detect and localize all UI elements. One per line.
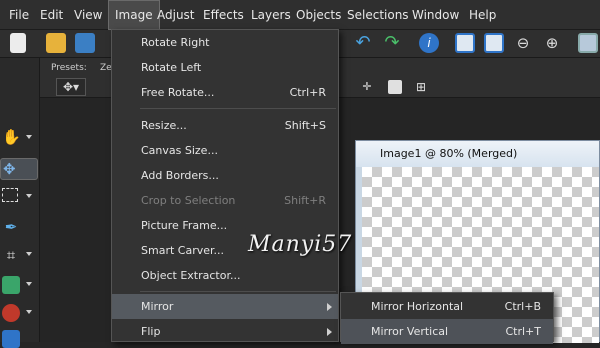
eyedropper-icon[interactable]: ✒ (2, 218, 20, 236)
red-eye-dropdown-arrow-icon[interactable] (26, 310, 32, 314)
menu-bar: File Edit View Image Adjust Effects Laye… (0, 0, 600, 30)
zoom-out-icon[interactable]: ⊖ (513, 33, 533, 53)
presets-dropdown[interactable]: ✥▾ (56, 78, 86, 96)
red-eye-icon[interactable] (2, 304, 20, 322)
image-window-title: Image1 @ 80% (Merged) (356, 141, 599, 167)
zoom-in-icon[interactable]: ⊕ (542, 33, 562, 53)
menu-objects[interactable]: Objects (290, 0, 347, 30)
add-borders-item[interactable]: Add Borders... (112, 163, 338, 188)
rotate-right-item[interactable]: Rotate Right (112, 30, 338, 55)
redo-icon[interactable]: ↷ (382, 33, 402, 53)
submenu-arrow-icon (327, 328, 332, 336)
object-extractor-item[interactable]: Object Extractor... (112, 263, 338, 288)
menu-layers[interactable]: Layers (245, 0, 297, 30)
menu-window[interactable]: Window (406, 0, 465, 30)
flip-item[interactable]: Flip (112, 319, 338, 344)
zoom-label: Ze (100, 63, 112, 73)
mirror-vertical-item[interactable]: Mirror Vertical Ctrl+T (341, 319, 553, 344)
brush-icon[interactable] (2, 330, 20, 348)
align-center-icon[interactable]: ⊞ (414, 80, 428, 94)
crop-to-selection-item: Crop to Selection Shift+R (141, 194, 326, 207)
screenshot-icon[interactable] (578, 33, 598, 53)
straighten-dropdown-arrow-icon[interactable] (26, 282, 32, 286)
pan-hand-icon[interactable]: ✋ (2, 128, 21, 146)
crop-dropdown-arrow-icon[interactable] (26, 252, 32, 256)
menu-file[interactable]: File (3, 0, 35, 30)
mirror-submenu: Mirror Horizontal Ctrl+B Mirror Vertical C… (340, 292, 554, 344)
pan-dropdown-arrow-icon[interactable] (26, 135, 32, 139)
menu-edit[interactable]: Edit (34, 0, 69, 30)
resize-item[interactable]: Resize... Shift+S (112, 113, 338, 138)
selection-dropdown-arrow-icon[interactable] (26, 194, 32, 198)
straighten-icon[interactable] (2, 276, 20, 294)
image-menu: Rotate Right Rotate Left Free Rotate... C… (111, 29, 339, 342)
undo-icon[interactable]: ↶ (353, 33, 373, 53)
presets-label: Presets: (51, 63, 87, 73)
selection-tool-icon[interactable] (2, 188, 18, 202)
dice-icon[interactable] (388, 80, 402, 94)
mirror-item[interactable]: Mirror (112, 294, 338, 319)
menu-view[interactable]: View (68, 0, 108, 30)
menu-separator (140, 291, 336, 292)
menu-separator (140, 108, 336, 109)
canvas-size-item[interactable]: Canvas Size... (112, 138, 338, 163)
menu-help[interactable]: Help (463, 0, 502, 30)
menu-adjust[interactable]: Adjust (151, 0, 201, 30)
submenu-arrow-icon (327, 303, 332, 311)
mirror-horizontal-item[interactable]: Mirror Horizontal Ctrl+B (341, 294, 553, 319)
new-file-icon[interactable] (10, 33, 26, 53)
watermark-signature: Manyi57 (248, 232, 353, 257)
info-icon[interactable]: i (419, 33, 439, 53)
menu-selections[interactable]: Selections (341, 0, 415, 30)
open-folder-icon[interactable] (46, 33, 66, 53)
zoom-actual-icon[interactable] (455, 33, 475, 53)
free-rotate-item[interactable]: Free Rotate... Ctrl+R (112, 80, 338, 105)
scanner-icon[interactable] (75, 33, 95, 53)
move-tool-icon[interactable]: ✥ (0, 158, 38, 180)
crop-icon[interactable]: ⌗ (2, 246, 20, 264)
menu-effects[interactable]: Effects (197, 0, 250, 30)
rotate-left-item[interactable]: Rotate Left (112, 55, 338, 80)
move-option-icon[interactable]: ✛ (360, 80, 374, 94)
fit-window-icon[interactable] (484, 33, 504, 53)
